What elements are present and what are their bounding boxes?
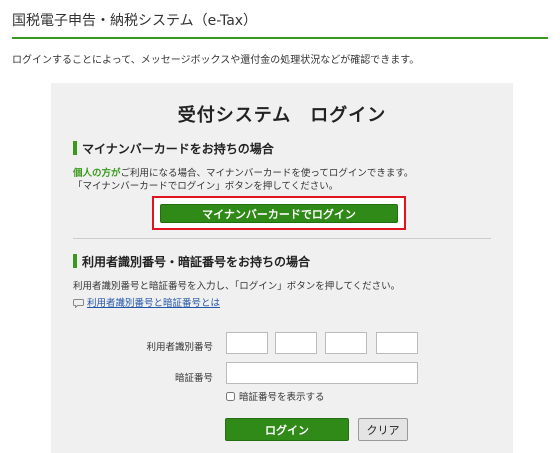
password-field[interactable] <box>226 362 418 384</box>
user-id-field-1[interactable] <box>226 332 268 354</box>
id-section-desc: 利用者識別番号と暗証番号を入力し、「ログイン」ボタンを押してください。 <box>73 281 401 292</box>
site-title: 国税電子申告・納税システム（e-Tax） <box>12 13 258 29</box>
highlight-frame: マイナンバーカードでログイン <box>152 196 406 230</box>
help-link-row: 利用者識別番号と暗証番号とは <box>73 295 220 311</box>
show-password-checkbox[interactable] <box>226 391 235 401</box>
user-id-field-2[interactable] <box>275 332 317 354</box>
mynumber-section-heading: マイナンバーカードをお持ちの場合 <box>73 140 274 157</box>
intro-text: ログインすることによって、メッセージボックスや還付金の処理状況などが確認できます… <box>12 55 420 66</box>
user-id-label: 利用者識別番号 <box>146 342 213 353</box>
show-password-label: 暗証番号を表示する <box>239 392 325 403</box>
user-id-field-3[interactable] <box>325 332 367 354</box>
clear-button[interactable]: クリア <box>358 418 408 441</box>
password-label: 暗証番号 <box>174 373 213 384</box>
mynumber-desc-line2: 「マイナンバーカードでログイン」ボタンを押してください。 <box>73 181 339 192</box>
login-panel: 受付システム ログイン マイナンバーカードをお持ちの場合 個人の方がご利用になる… <box>51 83 513 453</box>
help-link[interactable]: 利用者識別番号と暗証番号とは <box>87 298 220 309</box>
show-password-option[interactable]: 暗証番号を表示する <box>226 389 325 403</box>
section-divider <box>73 238 491 239</box>
login-button[interactable]: ログイン <box>225 418 349 441</box>
mynumber-desc-line1: 個人の方がご利用になる場合、マイナンバーカードを使ってログインできます。 <box>73 165 413 179</box>
panel-title: 受付システム ログイン <box>177 105 387 126</box>
mynumber-login-button[interactable]: マイナンバーカードでログイン <box>160 204 398 223</box>
speech-bubble-icon <box>73 298 84 311</box>
id-section-heading: 利用者識別番号・暗証番号をお持ちの場合 <box>73 253 310 270</box>
site-header: 国税電子申告・納税システム（e-Tax） <box>12 0 548 39</box>
user-id-field-4[interactable] <box>376 332 418 354</box>
